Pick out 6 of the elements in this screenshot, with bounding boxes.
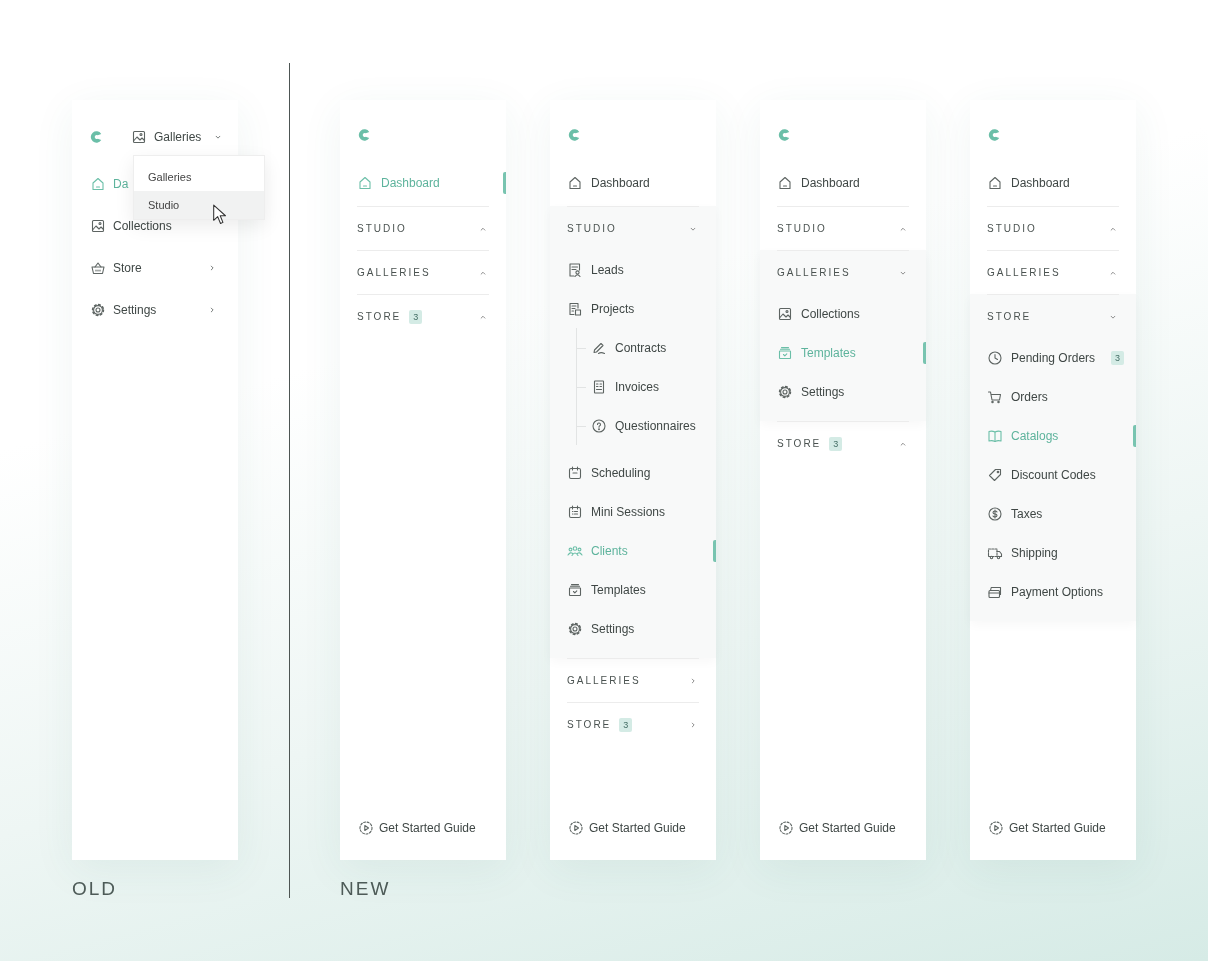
count-badge: 3 — [619, 717, 633, 732]
version-label: OLD — [72, 878, 119, 900]
count-badge: 3 — [829, 436, 843, 451]
count-badge: 3 — [409, 309, 423, 324]
count-badge: 3 — [1111, 350, 1125, 365]
version-label: NEW — [340, 878, 392, 900]
